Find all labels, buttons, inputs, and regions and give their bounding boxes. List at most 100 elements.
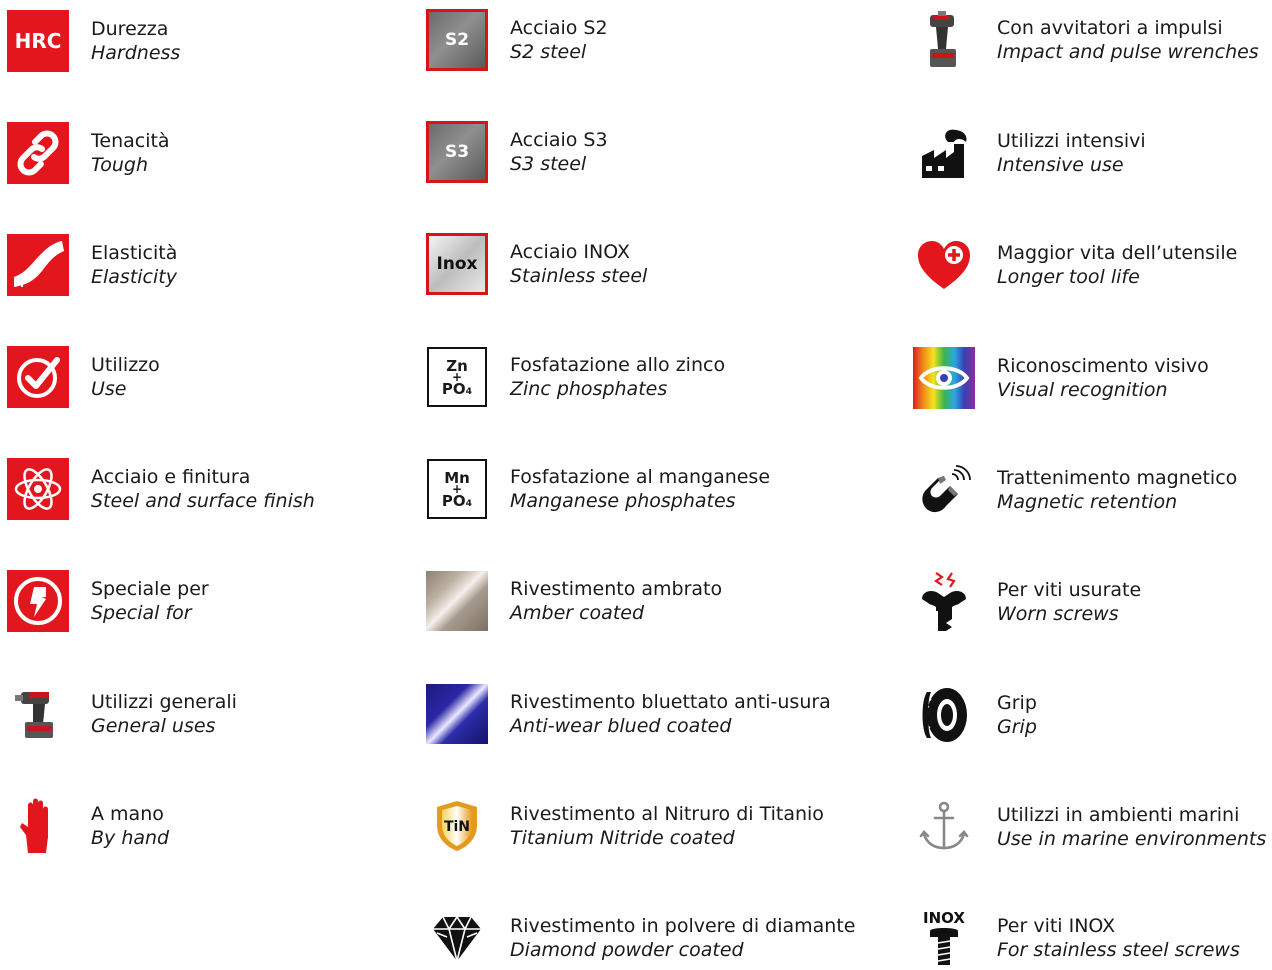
chain-link-icon <box>7 122 69 184</box>
legend-item-general-uses: Utilizzi generali General uses <box>7 682 237 746</box>
legend-item-grip: Grip Grip <box>913 683 1037 747</box>
legend-label: Per viti INOX <box>997 915 1116 937</box>
legend-item-use: Utilizzo Use <box>7 345 160 409</box>
legend-item-elasticity: Elasticità Elasticity <box>7 233 177 297</box>
legend-label: Grip <box>997 692 1037 714</box>
legend-item-amber-coated: Rivestimento ambrato Amber coated <box>426 569 722 633</box>
steel-s2-icon: S2 <box>426 9 488 71</box>
legend-label: Rivestimento in polvere di diamante <box>510 915 856 937</box>
lightning-fist-icon <box>7 570 69 632</box>
legend-item-diamond-coated: Rivestimento in polvere di diamante Diamo… <box>426 906 855 970</box>
legend-label-en: Elasticity <box>91 266 177 288</box>
worn-screw-icon <box>913 571 975 633</box>
blue-swatch-icon <box>426 683 488 745</box>
atom-icon <box>7 458 69 520</box>
legend-label-en: Visual recognition <box>997 379 1168 401</box>
legend-label-en: Stainless steel <box>510 265 648 287</box>
manganese-phosphate-icon: Mn + PO₄ <box>426 458 488 520</box>
hand-icon <box>7 795 69 857</box>
legend-label: Rivestimento ambrato <box>510 578 723 600</box>
diamond-icon <box>426 907 488 969</box>
legend-label: Speciale per <box>91 578 209 600</box>
heart-plus-icon <box>913 234 975 296</box>
legend-label-en: Zinc phosphates <box>510 378 668 400</box>
legend-label-en: General uses <box>91 715 216 737</box>
legend-item-blued-coated: Rivestimento bluettato anti-usura Anti-we… <box>426 682 831 746</box>
legend-label: Utilizzi generali <box>91 691 237 713</box>
tire-icon <box>913 684 975 746</box>
anchor-icon <box>913 796 975 858</box>
legend-label: A mano <box>91 803 164 825</box>
legend-item-manganese-phosphates: Mn + PO₄ Fosfatazione al manganese Manganes… <box>426 457 770 521</box>
rainbow-eye-icon <box>913 347 975 409</box>
hrc-icon: HRC <box>7 10 69 72</box>
amber-swatch-icon <box>426 570 488 632</box>
legend-label: Tenacità <box>91 130 170 152</box>
legend-label-en: Intensive use <box>997 154 1124 176</box>
svg-text:INOX: INOX <box>923 909 965 927</box>
legend-label-en: Steel and surface finish <box>91 490 315 512</box>
legend-label: Utilizzi in ambienti marini <box>997 804 1240 826</box>
legend-label-en: Titanium Nitride coated <box>510 827 735 849</box>
tin-shield-icon: TiN <box>426 795 488 857</box>
legend-label-en: For stainless steel screws <box>997 939 1240 961</box>
legend-label-en: Anti-wear blued coated <box>510 715 732 737</box>
legend-label: Acciaio S3 <box>510 129 608 151</box>
legend-label-en: Use in marine environments <box>997 828 1267 850</box>
legend-label: Rivestimento al Nitruro di Titanio <box>510 803 824 825</box>
legend-label: Rivestimento bluettato anti-usura <box>510 691 831 713</box>
legend-label: Acciaio INOX <box>510 241 630 263</box>
legend-item-visual-recognition: Riconoscimento visivo Visual recognition <box>913 346 1209 410</box>
legend-label-en: Impact and pulse wrenches <box>997 41 1259 63</box>
legend-label-en: Tough <box>91 154 149 176</box>
legend-label: Acciaio S2 <box>510 17 608 39</box>
legend-label: Fosfatazione al manganese <box>510 466 771 488</box>
legend-label: Elasticità <box>91 242 178 264</box>
legend-item-intensive-use: Utilizzi intensivi Intensive use <box>913 121 1146 185</box>
legend-label: Trattenimento magnetico <box>997 467 1238 489</box>
legend-label: Utilizzi intensivi <box>997 130 1146 152</box>
legend-label: Utilizzo <box>91 354 160 376</box>
legend-item-special: Speciale per Special for <box>7 569 209 633</box>
legend-label-en: Grip <box>997 716 1037 738</box>
legend-item-inox-screws: INOX Per viti INOX For stainless steel sc… <box>913 906 1240 970</box>
legend-item-magnetic: Trattenimento magnetico Magnetic retentio… <box>913 458 1237 522</box>
impact-wrench-icon <box>913 9 975 71</box>
legend-item-hardness: HRC Durezza Hardness <box>7 9 180 73</box>
legend-item-zinc-phosphates: Zn + PO₄ Fosfatazione allo zinco Zinc phosp… <box>426 345 725 409</box>
legend-label: Durezza <box>91 18 169 40</box>
legend-label: Maggior vita dell’utensile <box>997 242 1238 264</box>
legend-item-s3-steel: S3 Acciaio S3 S3 steel <box>426 120 608 184</box>
legend-item-tough: Tenacità Tough <box>7 121 170 185</box>
legend-label-en: Amber coated <box>510 602 645 624</box>
legend-label: Acciaio e finitura <box>91 466 251 488</box>
legend-label: Per viti usurate <box>997 579 1142 601</box>
legend-label-en: Manganese phosphates <box>510 490 736 512</box>
legend-label: Riconoscimento visivo <box>997 355 1209 377</box>
magnet-icon <box>913 459 975 521</box>
cordless-drill-icon <box>7 683 69 745</box>
legend-label-en: Special for <box>91 602 192 624</box>
checkmark-circle-icon <box>7 346 69 408</box>
legend-label-en: Hardness <box>91 42 181 64</box>
bending-bar-icon <box>7 234 69 296</box>
steel-inox-icon: Inox <box>426 233 488 295</box>
legend-label-en: S3 steel <box>510 153 587 175</box>
factory-icon <box>913 122 975 184</box>
legend-item-tin-coated: TiN Rivestimento al Nitruro di Titanio Ti… <box>426 794 824 858</box>
legend-label-en: Magnetic retention <box>997 491 1178 513</box>
zinc-phosphate-icon: Zn + PO₄ <box>426 346 488 408</box>
legend-item-s2-steel: S2 Acciaio S2 S2 steel <box>426 8 608 72</box>
svg-text:TiN: TiN <box>444 819 470 835</box>
legend-label-en: By hand <box>91 827 170 849</box>
legend-label: Fosfatazione allo zinco <box>510 354 726 376</box>
legend-label-en: Worn screws <box>997 603 1119 625</box>
legend-label-en: S2 steel <box>510 41 587 63</box>
legend-label-en: Longer tool life <box>997 266 1140 288</box>
legend-label: Con avvitatori a impulsi <box>997 17 1223 39</box>
legend-item-inox-steel: Inox Acciaio INOX Stainless steel <box>426 232 647 296</box>
legend-item-impact-wrenches: Con avvitatori a impulsi Impact and pulse… <box>913 8 1259 72</box>
legend-item-by-hand: A mano By hand <box>7 794 169 858</box>
steel-s3-icon: S3 <box>426 121 488 183</box>
legend-item-longer-life: Maggior vita dell’utensile Longer tool li… <box>913 233 1237 297</box>
